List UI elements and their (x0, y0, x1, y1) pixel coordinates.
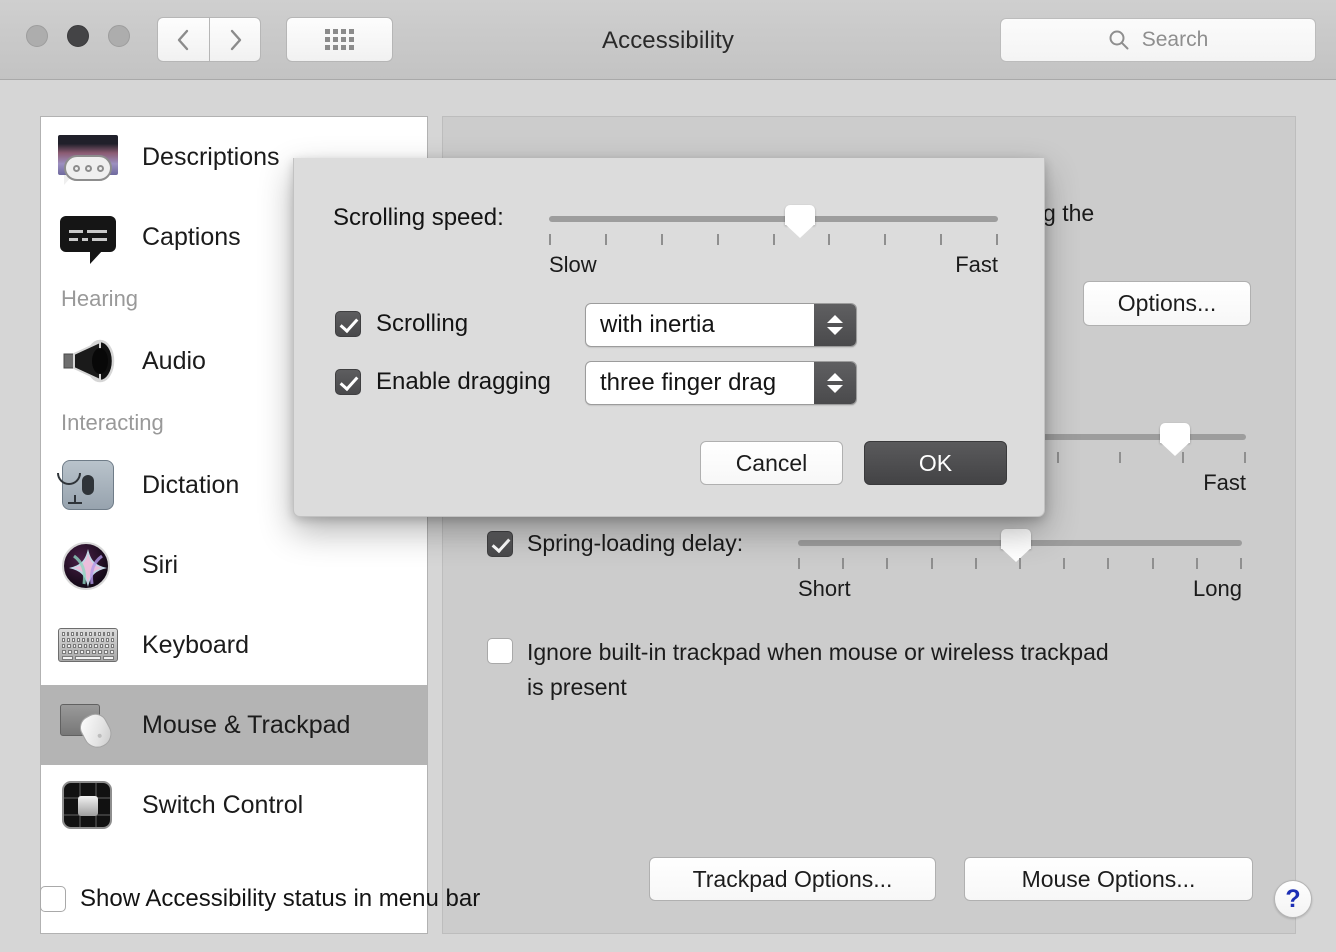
search-placeholder: Search (1141, 28, 1209, 51)
scrolling-checkbox[interactable] (335, 311, 361, 337)
cancel-button[interactable]: Cancel (700, 441, 843, 485)
ignore-builtin-trackpad-label-line2: is present (527, 674, 627, 700)
slider-ticks (798, 558, 1242, 569)
captions-icon (58, 212, 120, 264)
scrolling-style-value: with inertia (600, 311, 715, 338)
show-accessibility-status-row[interactable]: Show Accessibility status in menu bar (40, 885, 480, 913)
window-body: Descriptions Captions Hearing Audio Inte… (0, 80, 1336, 952)
scrolling-style-dropdown[interactable]: with inertia (585, 303, 857, 347)
stepper-chevrons-icon[interactable] (814, 362, 856, 404)
sidebar-item-label: Audio (142, 346, 206, 375)
window-titlebar: Accessibility Search (0, 0, 1336, 80)
window-footer: Show Accessibility status in menu bar ? (0, 872, 1336, 952)
siri-icon (58, 540, 120, 590)
stepper-chevrons-icon[interactable] (814, 304, 856, 346)
slider-range-labels: Slow Fast (549, 252, 998, 278)
microphone-icon (57, 460, 120, 510)
ignore-builtin-trackpad-row[interactable]: Ignore built-in trackpad when mouse or w… (487, 635, 1109, 705)
trackpad-options-dialog: Scrolling speed: Slow Fast Scrolling wit… (293, 158, 1045, 517)
scrolling-label: Scrolling (376, 310, 469, 337)
audio-speaker-icon (58, 336, 120, 386)
slider-ticks (549, 234, 998, 245)
sidebar-item-siri[interactable]: Siri (41, 525, 427, 605)
sidebar-item-mouse-trackpad[interactable]: Mouse & Trackpad (41, 685, 427, 765)
sidebar-item-label: Switch Control (142, 790, 304, 819)
enable-dragging-checkbox[interactable] (335, 369, 361, 395)
slider-min-label: Slow (549, 252, 597, 277)
accessibility-preferences-window: Accessibility Search Descriptions Captio… (0, 0, 1336, 952)
search-icon (1109, 30, 1129, 50)
slider-max-label: Fast (1203, 470, 1246, 495)
sidebar-item-label: Keyboard (142, 630, 250, 659)
sidebar-item-label: Mouse & Trackpad (142, 710, 351, 739)
slider-track (549, 216, 998, 222)
sidebar-item-keyboard[interactable]: Keyboard (41, 605, 427, 685)
drag-style-value: three finger drag (600, 369, 777, 396)
ignore-builtin-trackpad-label-line1: Ignore built-in trackpad when mouse or w… (527, 639, 1109, 665)
show-accessibility-status-label: Show Accessibility status in menu bar (80, 885, 481, 912)
sidebar-item-label: Siri (142, 550, 179, 579)
slider-thumb[interactable] (785, 205, 815, 238)
slider-thumb[interactable] (1001, 529, 1031, 562)
descriptions-icon (58, 132, 120, 185)
sidebar-item-label: Descriptions (142, 142, 280, 171)
drag-style-dropdown[interactable]: three finger drag (585, 361, 857, 405)
enable-dragging-row[interactable]: Enable dragging (335, 368, 551, 396)
sidebar-item-label: Dictation (142, 470, 240, 499)
options-button[interactable]: Options... (1083, 281, 1251, 326)
slider-min-label: Short (798, 576, 851, 601)
scrolling-speed-label: Scrolling speed: (333, 204, 504, 231)
keyboard-icon (58, 620, 120, 670)
enable-dragging-label: Enable dragging (376, 368, 551, 395)
spring-loading-delay-checkbox[interactable] (487, 530, 513, 557)
switch-control-icon (58, 780, 120, 830)
slider-max-label: Fast (955, 252, 998, 277)
show-accessibility-status-checkbox[interactable] (40, 886, 66, 912)
spring-loading-delay-row[interactable]: Spring-loading delay: (487, 530, 743, 557)
slider-max-label: Long (1193, 576, 1242, 601)
slider-range-labels: Short Long (798, 576, 1242, 602)
sidebar-item-switch-control[interactable]: Switch Control (41, 765, 427, 845)
ok-button[interactable]: OK (864, 441, 1007, 485)
search-input[interactable]: Search (1000, 18, 1316, 62)
help-button[interactable]: ? (1274, 880, 1312, 918)
spring-loading-delay-label: Spring-loading delay: (527, 530, 744, 556)
scrolling-row[interactable]: Scrolling (335, 310, 468, 338)
sidebar-item-label: Captions (142, 222, 241, 251)
mouse-trackpad-icon (58, 700, 120, 753)
ignore-builtin-trackpad-checkbox[interactable] (487, 638, 513, 664)
slider-thumb[interactable] (1160, 423, 1190, 456)
